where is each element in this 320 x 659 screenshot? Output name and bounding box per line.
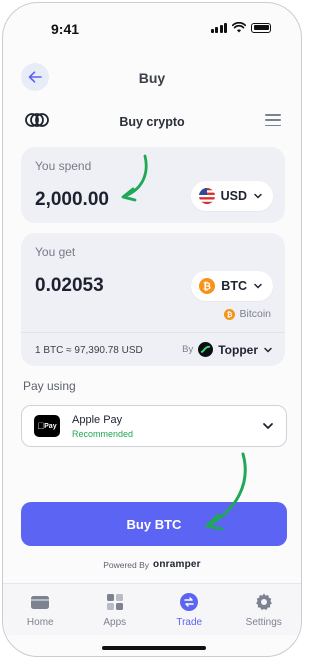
asset-name-tag: ₿ Bitcoin bbox=[224, 308, 271, 320]
topper-logo-icon bbox=[198, 342, 214, 357]
svg-text:₿: ₿ bbox=[227, 310, 233, 318]
us-flag-icon bbox=[198, 188, 215, 204]
home-indicator bbox=[102, 646, 206, 650]
currency-selector[interactable]: USD bbox=[190, 181, 273, 211]
tab-home[interactable]: Home bbox=[3, 584, 78, 635]
spend-card: You spend 2,000.00 USD bbox=[21, 147, 285, 223]
get-label: You get bbox=[35, 245, 76, 259]
provider-name: Topper bbox=[218, 342, 258, 357]
asset-selector[interactable]: ₿ BTC bbox=[191, 271, 273, 301]
tab-trade[interactable]: Trade bbox=[152, 584, 227, 635]
bitcoin-small-icon: ₿ bbox=[224, 308, 236, 320]
status-bar: 9:41 bbox=[3, 3, 301, 51]
currency-code: USD bbox=[220, 189, 247, 203]
provider-selector[interactable]: By Topper bbox=[182, 342, 273, 357]
tab-bar: Home Apps Trade Settings bbox=[3, 583, 301, 635]
powered-by: Powered By onramper bbox=[3, 559, 301, 570]
payment-method-name: Apple Pay bbox=[72, 414, 123, 426]
powered-by-brand: onramper bbox=[153, 559, 201, 570]
tab-label: Trade bbox=[176, 617, 203, 628]
asset-code: BTC bbox=[221, 279, 247, 293]
spend-amount-input[interactable]: 2,000.00 bbox=[35, 189, 109, 211]
get-amount: 0.02053 bbox=[35, 275, 104, 296]
status-time: 9:41 bbox=[51, 21, 80, 37]
svg-text:₿: ₿ bbox=[203, 281, 211, 293]
status-icons bbox=[210, 22, 271, 33]
wifi-icon bbox=[232, 22, 246, 33]
chevron-down-icon bbox=[254, 283, 262, 289]
app-header: Buy bbox=[3, 61, 301, 95]
exchange-rate: 1 BTC ≈ 97,390.78 USD bbox=[35, 345, 143, 356]
buy-button[interactable]: Buy BTC bbox=[21, 502, 287, 546]
phone-frame: 9:41 Buy Buy crypto You spend 2,000.00 U… bbox=[2, 2, 302, 657]
pay-using-label: Pay using bbox=[23, 379, 76, 393]
card-divider bbox=[21, 332, 285, 333]
tab-label: Settings bbox=[245, 617, 282, 628]
payment-method-selector[interactable]: Pay Apple Pay Recommended bbox=[21, 405, 287, 447]
gear-icon bbox=[253, 592, 275, 612]
wallet-icon bbox=[29, 592, 51, 612]
tab-label: Home bbox=[26, 617, 54, 628]
tab-apps[interactable]: Apps bbox=[78, 584, 153, 635]
widget-header: Buy crypto bbox=[3, 107, 301, 135]
provider-by-label: By bbox=[182, 344, 194, 355]
asset-full-name: Bitcoin bbox=[239, 308, 271, 320]
cellular-signal-icon bbox=[210, 22, 227, 33]
spend-label: You spend bbox=[35, 159, 92, 173]
battery-icon bbox=[251, 22, 271, 33]
chevron-down-icon bbox=[254, 193, 262, 199]
apps-grid-icon bbox=[104, 592, 126, 612]
tab-label: Apps bbox=[103, 617, 127, 628]
widget-title: Buy crypto bbox=[119, 115, 185, 129]
tab-settings[interactable]: Settings bbox=[227, 584, 302, 635]
apple-pay-icon: Pay bbox=[34, 415, 60, 437]
page-title: Buy bbox=[138, 70, 166, 86]
powered-by-prefix: Powered By bbox=[103, 559, 150, 570]
chevron-down-icon bbox=[264, 347, 272, 353]
get-card: You get 0.02053 ₿ BTC ₿ Bitcoin 1 BTC ≈ … bbox=[21, 233, 285, 366]
chevron-down-icon bbox=[263, 423, 273, 429]
hamburger-menu-icon[interactable] bbox=[265, 114, 281, 130]
trade-icon bbox=[178, 592, 200, 612]
recommended-badge: Recommended bbox=[72, 429, 134, 439]
bitcoin-icon: ₿ bbox=[199, 278, 216, 294]
